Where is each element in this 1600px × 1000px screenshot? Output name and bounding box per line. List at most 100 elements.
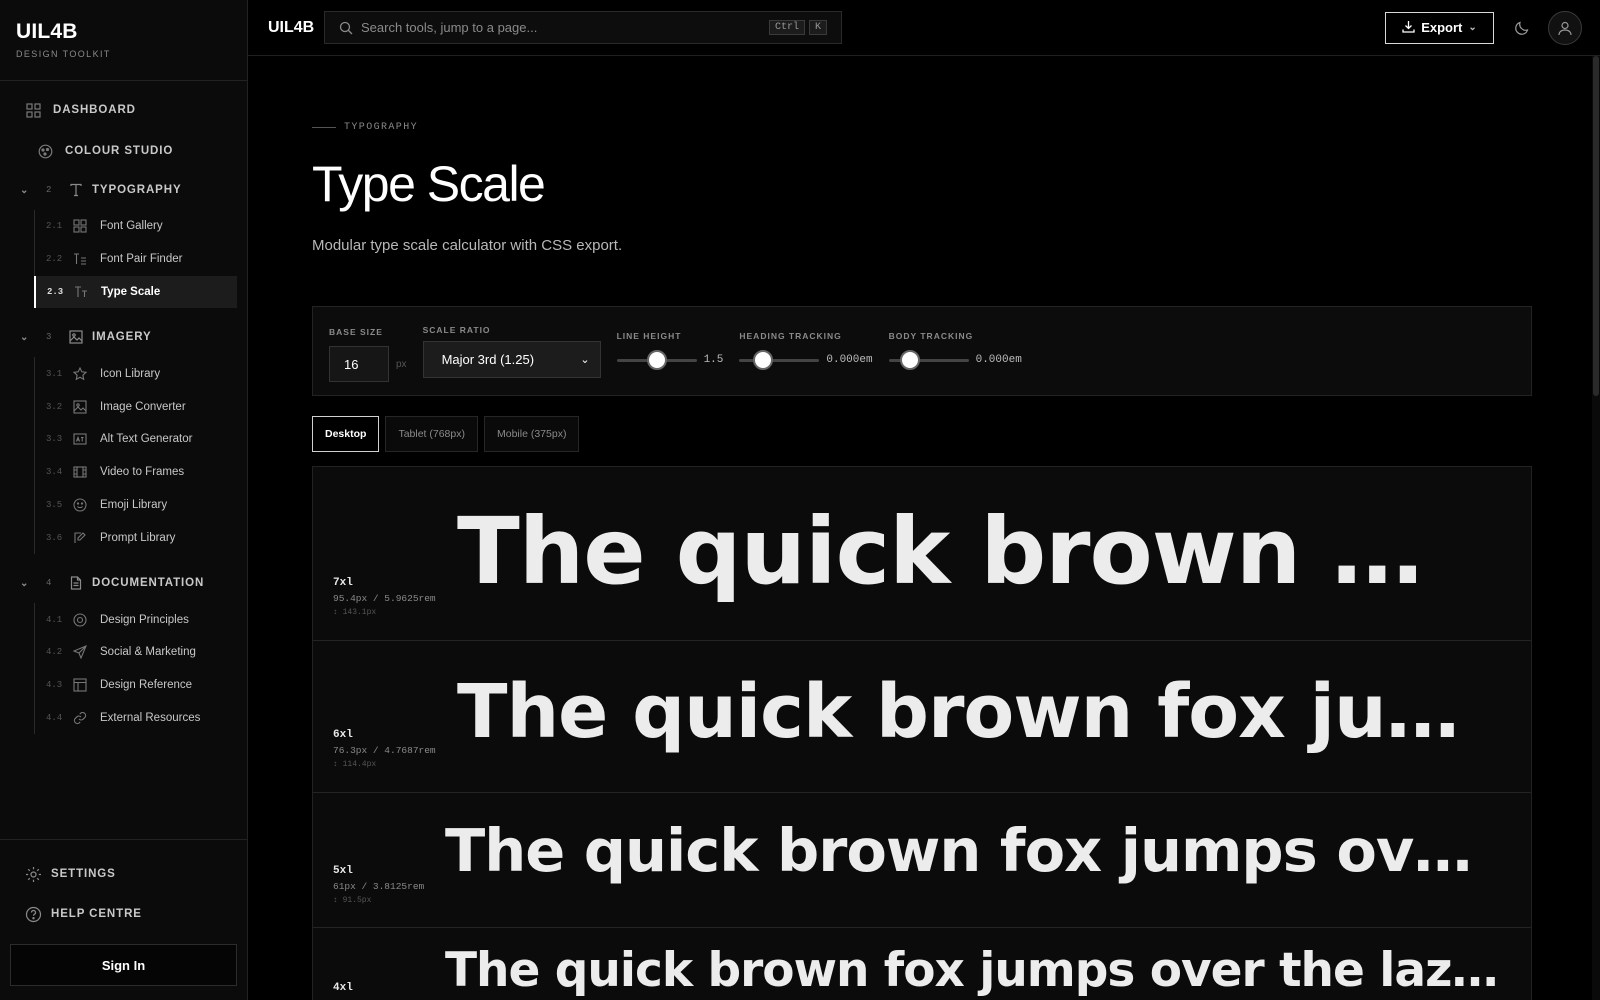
page-title: Type Scale <box>312 156 546 212</box>
step-label: 7xl <box>333 577 353 589</box>
sidebar-item-font-gallery[interactable]: 2.1 Font Gallery <box>35 210 237 243</box>
step-line-height: ↕ 114.4px <box>333 760 377 769</box>
scale-ratio-label: SCALE RATIO <box>422 325 491 335</box>
item-number: 2.2 <box>46 254 63 265</box>
step-label: 6xl <box>333 729 353 741</box>
search-icon <box>339 21 353 35</box>
search-placeholder: Search tools, jump to a page... <box>361 20 538 35</box>
sidebar-item-video-to-frames[interactable]: 3.4 Video to Frames <box>35 456 237 489</box>
sidebar-item-settings[interactable]: SETTINGS <box>0 854 247 894</box>
moon-icon[interactable] <box>1512 20 1532 36</box>
item-number: 3.1 <box>46 368 63 379</box>
sidebar-item-type-scale[interactable]: 2.3 Type Scale <box>34 275 237 309</box>
row-meta: 6xl 76.3px / 4.7687rem ↕ 114.4px <box>333 729 436 769</box>
scale-row: 7xl 95.4px / 5.9625rem ↕ 143.1px The qui… <box>313 467 1531 641</box>
kbd-k: K <box>808 20 827 35</box>
chevron-down-icon: ⌄ <box>1468 22 1477 33</box>
item-number: 3.3 <box>46 434 63 445</box>
sub-list-typography: 2.1 Font Gallery 2.2 Font Pair Finder 2.… <box>34 210 247 309</box>
sidebar-nav: DASHBOARD COLOUR STUDIO ⌄ 2 TYPOGRAPHY 2… <box>0 81 247 839</box>
sidebar-group-typography[interactable]: ⌄ 2 TYPOGRAPHY <box>0 177 247 203</box>
sidebar-item-alt-text-generator[interactable]: 3.3 Alt Text Generator <box>35 423 237 456</box>
item-number: 3.5 <box>46 499 63 510</box>
avatar[interactable] <box>1548 10 1582 45</box>
target-icon <box>72 612 88 628</box>
sidebar-item-image-converter[interactable]: 3.2 Image Converter <box>35 390 237 423</box>
scale-ratio-value: Major 3rd (1.25) <box>441 352 535 367</box>
sidebar-bottom: SETTINGS HELP CENTRE Sign In <box>0 839 247 1000</box>
viewport-tabs: Desktop Tablet (768px) Mobile (375px) <box>312 416 1600 452</box>
export-button[interactable]: Export ⌄ <box>1385 11 1494 44</box>
sidebar-group-imagery[interactable]: ⌄ 3 IMAGERY <box>0 324 247 350</box>
scale-ratio-select[interactable]: Major 3rd (1.25) ⌄ <box>422 341 601 378</box>
item-label: Design Reference <box>100 679 193 692</box>
help-label: HELP CENTRE <box>51 908 142 920</box>
slider-knob[interactable] <box>900 349 921 370</box>
link-icon <box>72 710 88 726</box>
settings-label: SETTINGS <box>51 868 116 880</box>
step-size: 61px / 3.8125rem <box>333 881 425 892</box>
brand-name[interactable]: UIL4B <box>16 20 231 44</box>
topbar-brand[interactable]: UIL4B <box>268 19 324 37</box>
film-icon <box>72 464 88 480</box>
sidebar-group-documentation[interactable]: ⌄ 4 DOCUMENTATION <box>0 570 247 596</box>
item-label: Type Scale <box>101 285 161 298</box>
row-meta: 5xl 61px / 3.8125rem ↕ 91.5px <box>333 865 424 905</box>
body-tracking-slider[interactable] <box>888 349 969 370</box>
scale-preview: 7xl 95.4px / 5.9625rem ↕ 143.1px The qui… <box>312 466 1532 1000</box>
sidebar-item-design-reference[interactable]: 4.3 Design Reference <box>35 669 237 702</box>
help-icon <box>24 905 42 923</box>
star-icon <box>72 366 88 382</box>
sidebar-item-dashboard[interactable]: DASHBOARD <box>0 95 247 125</box>
base-size-input[interactable]: 16 <box>329 346 389 382</box>
line-height-slider[interactable] <box>616 349 697 370</box>
item-label: External Resources <box>100 711 201 724</box>
chevron-down-icon: ⌄ <box>20 577 30 589</box>
content: TYPOGRAPHY Type Scale Modular type scale… <box>248 56 1600 1000</box>
tab-desktop[interactable]: Desktop <box>312 416 380 452</box>
item-number: 2.3 <box>47 286 64 297</box>
item-label: Design Principles <box>100 613 189 626</box>
heading-tracking-value: 0.000em <box>826 354 873 366</box>
item-number: 4.4 <box>46 712 63 723</box>
group-number: 4 <box>46 578 53 589</box>
row-meta: 7xl 95.4px / 5.9625rem ↕ 143.1px <box>333 577 436 617</box>
group-label: TYPOGRAPHY <box>92 184 182 196</box>
tab-tablet[interactable]: Tablet (768px) <box>385 416 478 452</box>
send-icon <box>72 644 88 660</box>
item-number: 4.1 <box>46 614 63 625</box>
eyebrow-line <box>312 127 336 128</box>
sign-in-button[interactable]: Sign In <box>10 944 237 986</box>
heading-tracking-slider[interactable] <box>739 349 820 370</box>
group-number: 2 <box>46 185 53 195</box>
step-line-height: ↕ 143.1px <box>333 608 377 617</box>
sidebar-item-prompt-library[interactable]: 3.6 Prompt Library <box>35 521 237 554</box>
tab-mobile[interactable]: Mobile (375px) <box>483 416 580 452</box>
sidebar-item-font-pair-finder[interactable]: 2.2 Font Pair Finder <box>35 243 237 276</box>
sub-list-documentation: 4.1 Design Principles 4.2 Social & Marke… <box>34 603 247 735</box>
search-input[interactable]: Search tools, jump to a page... Ctrl K <box>324 11 842 44</box>
sidebar-item-icon-library[interactable]: 3.1 Icon Library <box>35 357 237 390</box>
group-number: 3 <box>46 332 53 343</box>
brand-subtitle: DESIGN TOOLKIT <box>16 49 111 59</box>
slider-knob[interactable] <box>753 349 774 370</box>
sidebar-item-emoji-library[interactable]: 3.5 Emoji Library <box>35 489 237 522</box>
image-icon <box>72 399 88 415</box>
grid-icon <box>72 218 88 234</box>
sidebar-item-colour-studio[interactable]: COLOUR STUDIO <box>0 136 247 166</box>
body-tracking-control: BODY TRACKING 0.000em <box>888 331 1022 370</box>
scale-ratio-control: SCALE RATIO Major 3rd (1.25) ⌄ <box>422 325 601 378</box>
sidebar-item-design-principles[interactable]: 4.1 Design Principles <box>35 603 237 636</box>
item-label: Video to Frames <box>100 466 185 479</box>
grid-icon <box>24 101 42 119</box>
sidebar-item-external-resources[interactable]: 4.4 External Resources <box>35 702 237 735</box>
scale-row: 5xl 61px / 3.8125rem ↕ 91.5px The quick … <box>313 793 1531 928</box>
item-label: Icon Library <box>100 367 161 380</box>
slider-knob[interactable] <box>646 349 667 370</box>
step-label: 5xl <box>333 865 353 877</box>
sidebar-item-help-centre[interactable]: HELP CENTRE <box>0 894 247 934</box>
item-label: Font Gallery <box>100 220 163 233</box>
item-label: Alt Text Generator <box>100 433 193 446</box>
line-height-value: 1.5 <box>703 354 724 366</box>
sidebar-item-social-marketing[interactable]: 4.2 Social & Marketing <box>35 636 237 669</box>
